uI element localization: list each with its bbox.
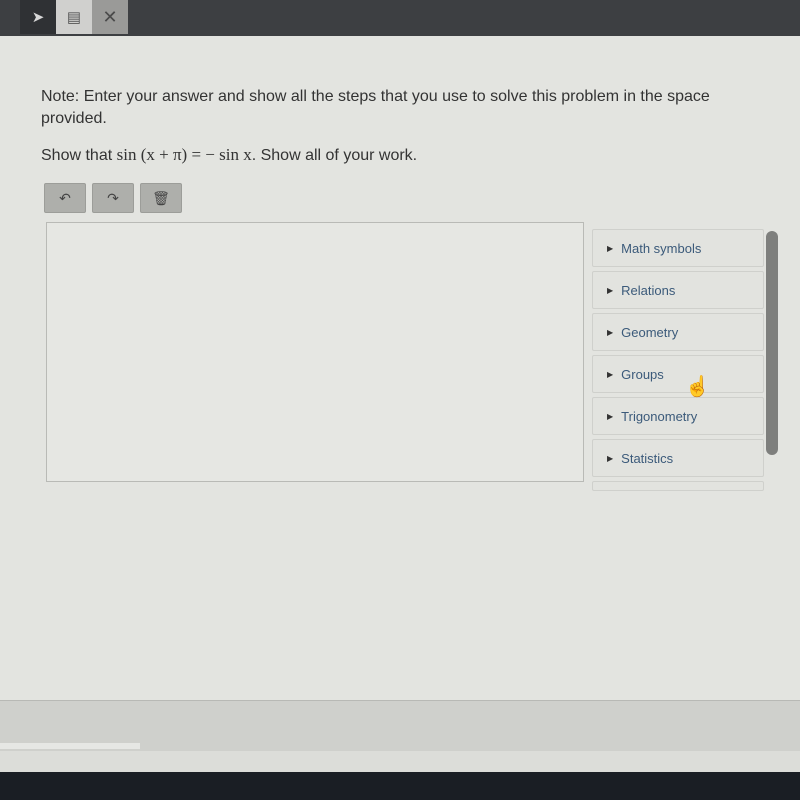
expand-triangle-icon: ▶ — [607, 243, 614, 253]
hand-cursor-icon: ☝ — [685, 376, 710, 398]
palette-label: Relations — [621, 282, 676, 298]
trash-icon: 🗑 — [152, 189, 170, 206]
symbol-palette: ▶ Math symbols ▶ Relations ▶ Geometry ▶ … — [592, 229, 764, 495]
undo-button[interactable]: ↶ — [44, 183, 86, 213]
expand-triangle-icon: ▶ — [607, 327, 614, 337]
footer-progress-bar — [0, 743, 140, 749]
palette-label: Geometry — [621, 324, 679, 340]
close-icon: ✕ — [102, 6, 118, 27]
palette-label: Groups — [621, 366, 664, 382]
palette-trigonometry[interactable]: ▶ Trigonometry — [592, 397, 764, 435]
screen-bezel — [0, 772, 800, 800]
footer-strip — [0, 751, 800, 773]
palette-scrollbar[interactable] — [766, 231, 778, 455]
expand-triangle-icon: ▶ — [607, 453, 614, 463]
pointer-tool-button[interactable]: ➤ — [20, 0, 56, 34]
answer-input[interactable] — [46, 222, 584, 482]
palette-geometry[interactable]: ▶ Geometry — [592, 313, 764, 351]
page-footer — [0, 700, 800, 773]
math-expression: sin (x + π) = − sin x — [116, 145, 252, 164]
problem-prefix: Show that — [41, 147, 113, 164]
top-toolbar: ➤ ▤ ✕ — [0, 0, 800, 36]
palette-label: Trigonometry — [621, 408, 698, 424]
note-tool-button[interactable]: ▤ — [56, 0, 92, 34]
problem-suffix: . Show all of your work. — [251, 147, 418, 164]
palette-label: Math symbols — [621, 240, 702, 256]
problem-statement: Show that sin (x + π) = − sin x. Show al… — [41, 145, 761, 165]
expand-triangle-icon: ▶ — [607, 411, 614, 421]
palette-math-symbols[interactable]: ▶ Math symbols — [592, 229, 764, 267]
palette-statistics[interactable]: ▶ Statistics — [592, 439, 764, 477]
redo-icon: ↷ — [107, 189, 119, 206]
note-icon: ▤ — [66, 9, 82, 26]
expand-triangle-icon: ▶ — [607, 285, 614, 295]
palette-groups[interactable]: ▶ Groups — [592, 355, 764, 393]
delete-button[interactable]: 🗑 — [140, 183, 182, 213]
editor-toolbar: ↶ ↷ 🗑 — [44, 183, 182, 213]
expand-triangle-icon: ▶ — [607, 369, 614, 379]
palette-label: Statistics — [621, 450, 674, 466]
redo-button[interactable]: ↷ — [92, 183, 134, 213]
instructions-note: Note: Enter your answer and show all the… — [41, 88, 710, 127]
close-button[interactable]: ✕ — [92, 0, 128, 34]
pointer-icon: ➤ — [31, 9, 45, 26]
palette-more-item[interactable] — [592, 481, 764, 491]
palette-relations[interactable]: ▶ Relations — [592, 271, 764, 309]
undo-icon: ↶ — [59, 189, 71, 206]
